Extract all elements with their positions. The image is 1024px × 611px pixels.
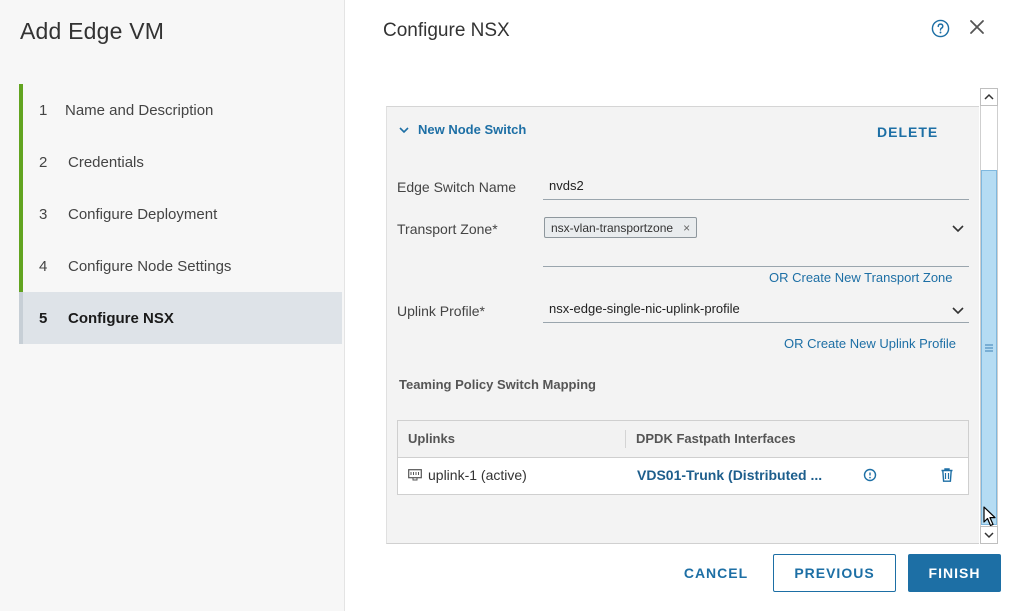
previous-button[interactable]: PREVIOUS — [773, 554, 896, 592]
wizard-step-configure-deployment[interactable]: 3 Configure Deployment — [19, 188, 342, 240]
delete-button[interactable]: DELETE — [877, 124, 938, 140]
uplink-profile-select[interactable]: nsx-edge-single-nic-uplink-profile — [543, 301, 969, 323]
chevron-down-icon — [984, 532, 994, 539]
edge-switch-name-label: Edge Switch Name — [397, 179, 517, 195]
uplink-profile-label: Uplink Profile* — [397, 303, 485, 319]
uplink-name: uplink-1 (active) — [428, 467, 527, 483]
node-switch-toggle[interactable]: New Node Switch — [398, 122, 526, 137]
help-icon[interactable] — [931, 19, 950, 38]
finish-button[interactable]: FINISH — [908, 554, 1001, 592]
page-title: Configure NSX — [383, 20, 510, 41]
network-port-icon — [408, 469, 422, 481]
chip-label: nsx-vlan-transportzone — [551, 220, 674, 235]
step-label: Configure Deployment — [68, 205, 218, 223]
table-row: uplink-1 (active) VDS01-Trunk (Distribut… — [398, 457, 968, 494]
step-number: 1 — [39, 101, 48, 119]
wizard-step-configure-node-settings[interactable]: 4 Configure Node Settings — [19, 240, 342, 292]
chevron-down-icon — [399, 126, 409, 133]
scroll-up-button[interactable] — [980, 88, 998, 106]
info-icon[interactable] — [863, 468, 877, 482]
column-header-dpdk: DPDK Fastpath Interfaces — [636, 431, 796, 446]
step-number: 2 — [39, 153, 48, 171]
step-label: Configure NSX — [68, 309, 174, 327]
trash-icon[interactable] — [939, 467, 955, 483]
dpdk-interface-value[interactable]: VDS01-Trunk (Distributed ... — [637, 467, 822, 483]
transport-zone-chip: nsx-vlan-transportzone × — [544, 217, 698, 238]
cancel-button[interactable]: CANCEL — [672, 554, 760, 592]
grid-header: Uplinks DPDK Fastpath Interfaces — [398, 421, 968, 458]
step-number: 3 — [39, 205, 48, 223]
scroll-down-button[interactable] — [980, 526, 998, 544]
step-label: Name and Description — [65, 101, 214, 119]
wizard-step-name-and-description[interactable]: 1 Name and Description — [19, 84, 342, 136]
scrollbar-grip-icon — [985, 343, 993, 353]
uplink-cell: uplink-1 (active) — [408, 467, 527, 483]
step-label: Credentials — [68, 153, 144, 171]
teaming-policy-grid: Uplinks DPDK Fastpath Interfaces uplink-… — [397, 420, 969, 495]
column-header-uplinks: Uplinks — [408, 431, 455, 446]
edge-switch-name-input[interactable]: nvds2 — [543, 178, 969, 200]
step-label: Configure Node Settings — [68, 257, 232, 275]
node-switch-title: New Node Switch — [418, 122, 527, 137]
wizard-step-credentials[interactable]: 2 Credentials — [19, 136, 342, 188]
close-icon[interactable] — [968, 18, 986, 36]
chip-remove-icon[interactable]: × — [683, 221, 690, 235]
mouse-cursor-icon — [983, 506, 996, 527]
wizard-sidebar: Add Edge VM 1 Name and Description 2 Cre… — [0, 0, 345, 611]
create-uplink-profile-link[interactable]: OR Create New Uplink Profile — [784, 336, 956, 351]
wizard-step-configure-nsx[interactable]: 5 Configure NSX — [19, 292, 342, 344]
create-transport-zone-link[interactable]: OR Create New Transport Zone — [769, 270, 953, 285]
wizard-title: Add Edge VM — [20, 18, 165, 44]
transport-zone-label: Transport Zone* — [397, 221, 498, 237]
step-number: 4 — [39, 257, 48, 275]
column-divider — [625, 430, 626, 448]
step-number: 5 — [39, 309, 48, 327]
teaming-policy-heading: Teaming Policy Switch Mapping — [399, 377, 596, 392]
chevron-down-icon[interactable] — [951, 303, 965, 317]
wizard-steps: 1 Name and Description 2 Credentials 3 C… — [19, 84, 342, 344]
chevron-down-icon[interactable] — [951, 221, 965, 235]
chevron-up-icon — [984, 93, 994, 100]
